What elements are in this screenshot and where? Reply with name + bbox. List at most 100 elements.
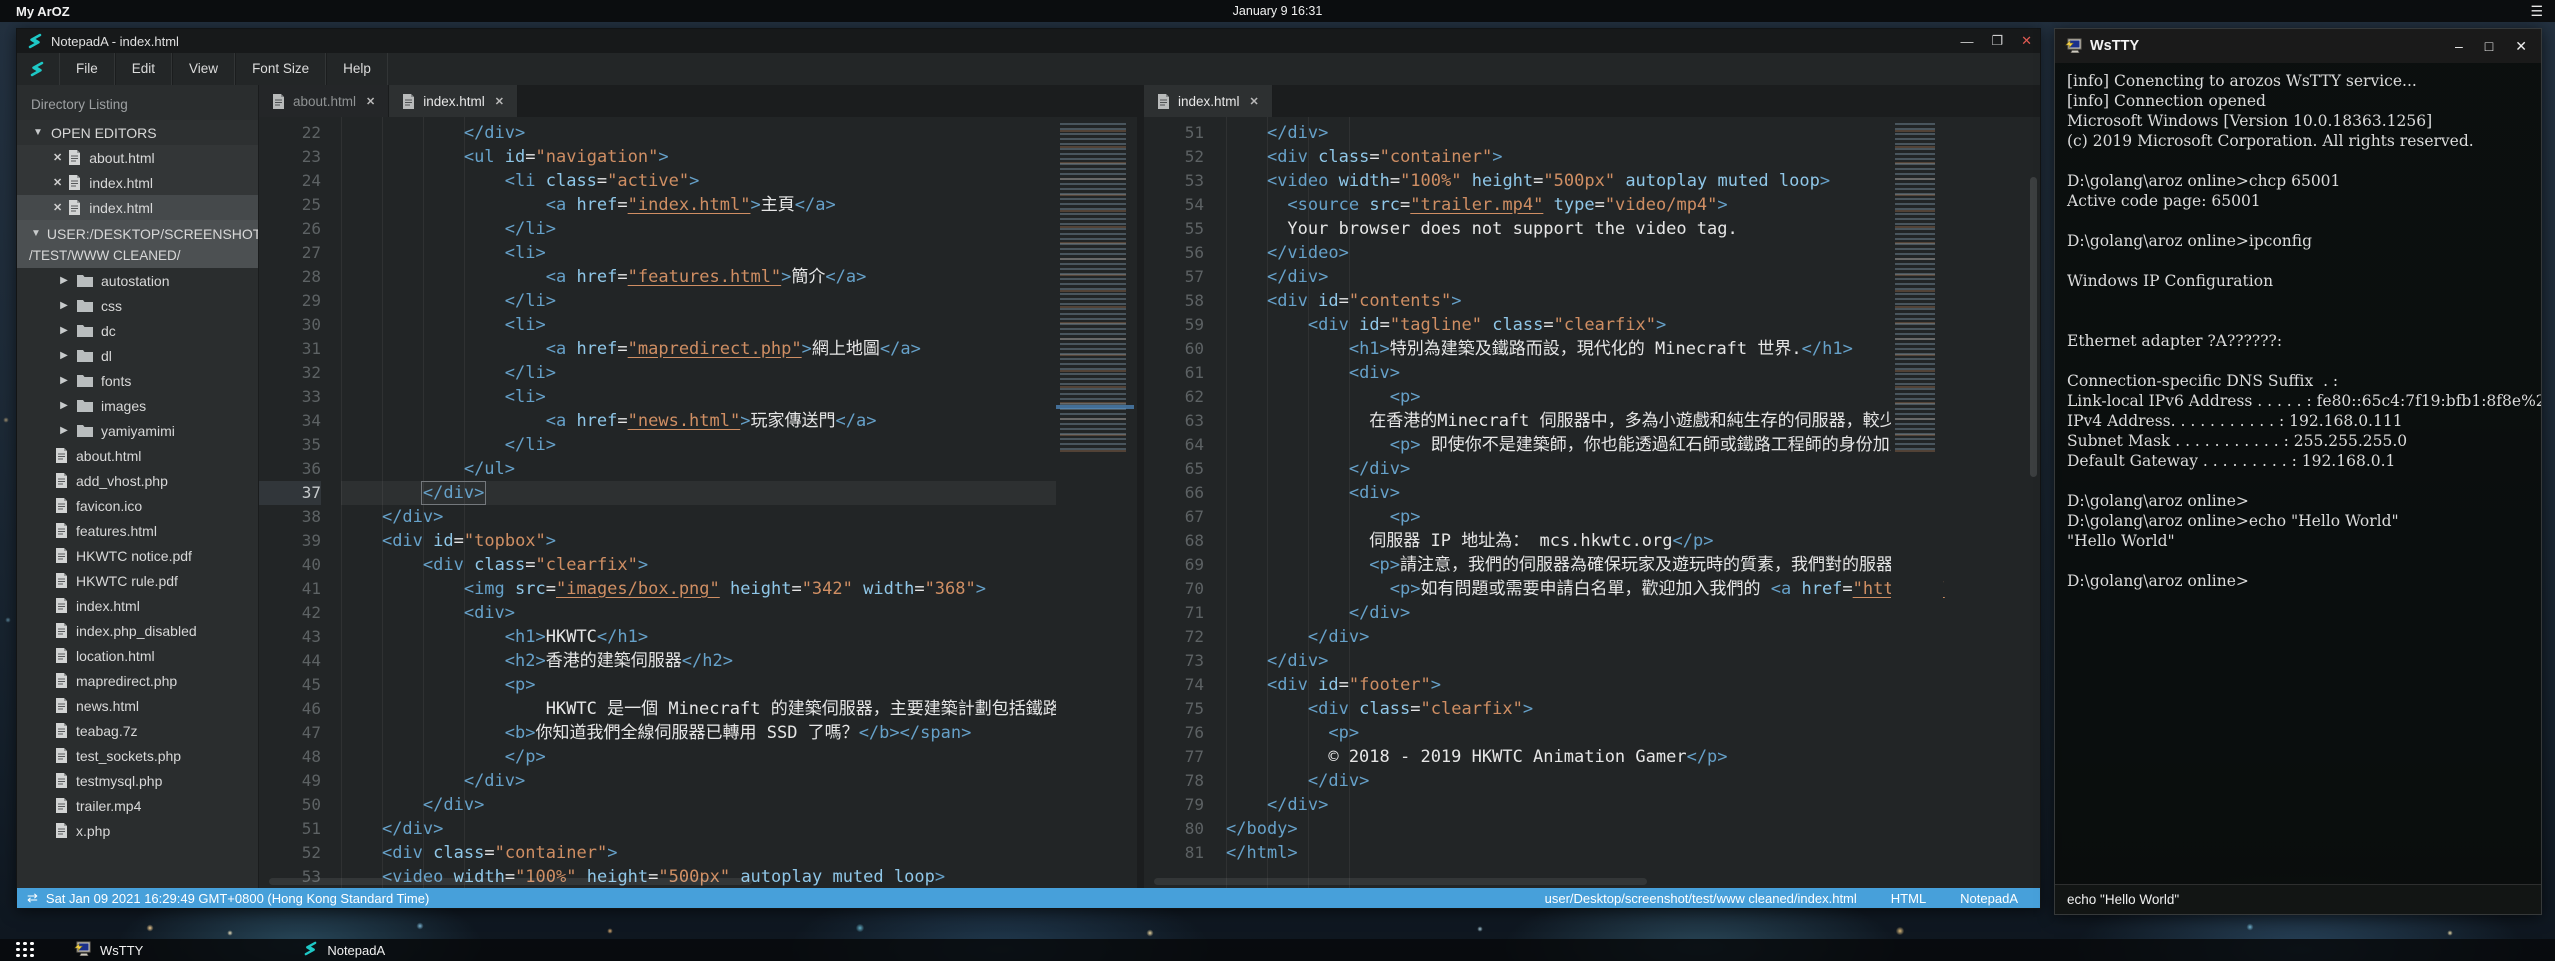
editor-pane-left[interactable]: about.html✕index.html✕ 22232425262728293… (259, 85, 1137, 888)
left-gutter[interactable]: 2223242526272829303132333435363738394041… (259, 121, 335, 888)
open-editor-item[interactable]: ✕index.html (17, 170, 258, 195)
terminal-line (2067, 291, 2535, 311)
tab-index.html[interactable]: index.html✕ (1144, 85, 1273, 117)
wstty-titlebar[interactable]: WsTTY – □ ✕ (2055, 29, 2541, 63)
left-code[interactable]: </div> <ul id="navigation"> <li class="a… (341, 121, 1065, 888)
file-item[interactable]: test_sockets.php (17, 743, 258, 768)
workspace-root-header[interactable]: ▼USER:/DESKTOP/SCREENSHOT/TEST/WWW CLEAN… (17, 220, 258, 268)
file-item[interactable]: index.html (17, 593, 258, 618)
right-gutter[interactable]: 5152535455565758596061626364656667686970… (1144, 121, 1218, 865)
close-icon[interactable]: ✕ (2515, 38, 2527, 55)
notepada-logo-icon (27, 33, 43, 49)
open-editor-item[interactable]: ✕index.html (17, 195, 258, 220)
editor-pane-right[interactable]: index.html✕ 5152535455565758596061626364… (1144, 85, 2040, 888)
minimize-icon[interactable]: — (1960, 34, 1973, 49)
close-icon[interactable]: ✕ (53, 151, 62, 164)
folder-item-images[interactable]: ▶images (17, 393, 258, 418)
close-icon[interactable]: ✕ (2021, 33, 2032, 49)
close-icon[interactable]: ✕ (366, 95, 375, 108)
chevron-right-icon[interactable]: ▶ (57, 350, 71, 361)
folder-item-css[interactable]: ▶css (17, 293, 258, 318)
line-number: 52 (1144, 145, 1204, 169)
taskbar-item-notepada[interactable]: NotepadA (303, 941, 385, 959)
file-icon (1157, 94, 1170, 109)
close-icon[interactable]: ✕ (53, 201, 62, 214)
tab-about.html[interactable]: about.html✕ (259, 85, 389, 117)
folder-item-dc[interactable]: ▶dc (17, 318, 258, 343)
folder-item-yamiyamimi[interactable]: ▶yamiyamimi (17, 418, 258, 443)
directory-sidebar[interactable]: Directory Listing ▼OPEN EDITORS✕about.ht… (17, 85, 259, 888)
file-item[interactable]: mapredirect.php (17, 668, 258, 693)
left-minimap[interactable] (1056, 117, 1134, 888)
open-editors-header[interactable]: ▼OPEN EDITORS (17, 120, 258, 145)
right-horizontal-scrollbar[interactable] (1154, 878, 1647, 885)
left-horizontal-scrollbar[interactable] (269, 878, 752, 885)
right-pane-content[interactable]: 5152535455565758596061626364656667686970… (1144, 117, 2040, 888)
close-icon[interactable]: ✕ (53, 176, 62, 189)
chevron-down-icon: ▼ (31, 127, 45, 138)
wstty-window-title: WsTTY (2090, 38, 2139, 54)
chevron-right-icon[interactable]: ▶ (57, 425, 71, 436)
terminal-line: Microsoft Windows [Version 10.0.18363.12… (2067, 111, 2535, 131)
file-icon (68, 175, 81, 190)
hamburger-menu-icon[interactable]: ☰ (2530, 3, 2543, 20)
maximize-icon[interactable]: ❐ (1991, 33, 2003, 49)
menu-item-edit[interactable]: Edit (115, 53, 172, 85)
file-item[interactable]: favicon.ico (17, 493, 258, 518)
chevron-right-icon[interactable]: ▶ (57, 375, 71, 386)
close-icon[interactable]: ✕ (495, 95, 504, 108)
taskbar-item-wstty[interactable]: WsTTY (74, 941, 143, 960)
file-item[interactable]: about.html (17, 443, 258, 468)
open-editor-item[interactable]: ✕about.html (17, 145, 258, 170)
file-item[interactable]: location.html (17, 643, 258, 668)
right-code[interactable]: </div> <div class="container"> <video wi… (1226, 121, 1894, 888)
sync-icon: ⇄ (27, 890, 38, 906)
right-minimap[interactable] (1891, 117, 1943, 888)
tab-index.html[interactable]: index.html✕ (389, 85, 518, 117)
file-icon (55, 523, 68, 538)
editor-statusbar: ⇄ Sat Jan 09 2021 16:29:49 GMT+0800 (Hon… (17, 888, 2040, 908)
menu-item-file[interactable]: File (59, 53, 115, 85)
file-item[interactable]: index.php_disabled (17, 618, 258, 643)
file-item[interactable]: teabag.7z (17, 718, 258, 743)
folder-icon (77, 374, 93, 387)
left-pane-content[interactable]: 2223242526272829303132333435363738394041… (259, 117, 1137, 888)
right-tabbar: index.html✕ (1144, 85, 2040, 117)
folder-item-dl[interactable]: ▶dl (17, 343, 258, 368)
folder-item-fonts[interactable]: ▶fonts (17, 368, 258, 393)
line-number: 51 (259, 817, 321, 841)
file-item[interactable]: x.php (17, 818, 258, 843)
folder-item-autostation[interactable]: ▶autostation (17, 268, 258, 293)
right-vertical-scrollbar[interactable] (2030, 177, 2037, 477)
terminal-input[interactable]: echo "Hello World" (2055, 884, 2541, 914)
file-item[interactable]: news.html (17, 693, 258, 718)
code-line: </html> (1226, 841, 1894, 865)
statusbar-file-path[interactable]: user/Desktop/screenshot/test/www cleaned… (1545, 891, 1857, 906)
menu-item-help[interactable]: Help (326, 53, 388, 85)
menu-item-view[interactable]: View (172, 53, 235, 85)
file-item[interactable]: trailer.mp4 (17, 793, 258, 818)
menu-item-font-size[interactable]: Font Size (235, 53, 326, 85)
app-launcher-icon[interactable] (16, 942, 36, 959)
statusbar-app-badge[interactable]: NotepadA (1960, 891, 2018, 906)
chevron-right-icon[interactable]: ▶ (57, 325, 71, 336)
minimize-icon[interactable]: – (2455, 38, 2463, 54)
file-item[interactable]: add_vhost.php (17, 468, 258, 493)
folder-icon (77, 399, 93, 412)
file-item[interactable]: HKWTC notice.pdf (17, 543, 258, 568)
chevron-right-icon[interactable]: ▶ (57, 300, 71, 311)
file-item[interactable]: testmysql.php (17, 768, 258, 793)
terminal-line: Ethernet adapter ?A??????: (2067, 331, 2535, 351)
chevron-right-icon[interactable]: ▶ (57, 400, 71, 411)
notepada-titlebar[interactable]: NotepadA - index.html — ❐ ✕ (17, 29, 2040, 53)
terminal-line: [info] Connection opened (2067, 91, 2535, 111)
close-icon[interactable]: ✕ (1250, 95, 1259, 108)
chevron-right-icon[interactable]: ▶ (57, 275, 71, 286)
file-item[interactable]: HKWTC rule.pdf (17, 568, 258, 593)
maximize-icon[interactable]: □ (2485, 38, 2493, 54)
file-item[interactable]: features.html (17, 518, 258, 543)
left-tabbar: about.html✕index.html✕ (259, 85, 1137, 117)
terminal-line: "Hello World" (2067, 531, 2535, 551)
statusbar-mode-badge[interactable]: HTML (1891, 891, 1926, 906)
terminal-output[interactable]: [info] Conencting to arozos WsTTY servic… (2055, 63, 2541, 885)
